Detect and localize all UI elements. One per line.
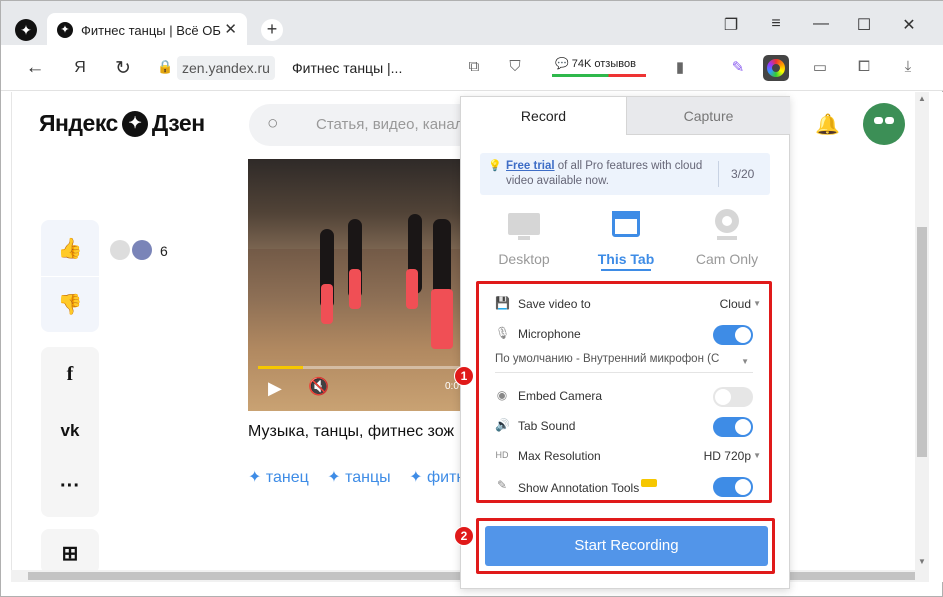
tab-close-icon[interactable]: ✕ <box>224 20 237 38</box>
browser-window: ✦ ✦ Фитнес танцы | Всё ОБС ✕ + ❐ ≡ — ☐ ✕… <box>0 0 943 597</box>
pen-icon[interactable]: ✎ <box>727 58 749 76</box>
minimize-button[interactable]: — <box>811 15 831 33</box>
maximize-button[interactable]: ☐ <box>854 15 874 35</box>
yandex-home-button[interactable]: Я <box>68 59 92 77</box>
tab-record[interactable]: Record <box>461 97 626 135</box>
browser-tab[interactable]: ✦ Фитнес танцы | Всё ОБС ✕ <box>47 13 247 45</box>
notifications-bell-icon[interactable]: 🔔 <box>815 112 840 137</box>
chat-icon: 💬 <box>555 58 569 70</box>
browser-menu-icon[interactable]: ≡ <box>766 15 786 33</box>
annotation-number-1: 1 <box>454 366 474 386</box>
trial-banner: 💡 Free trial of all Pro features with cl… <box>480 153 770 195</box>
vertical-scrollbar[interactable]: ▲ ▼ <box>915 92 929 582</box>
more-share-button[interactable]: ··· <box>41 475 99 498</box>
like-button[interactable]: 👍 <box>41 236 99 261</box>
zen-favicon-icon: ✦ <box>57 22 73 38</box>
reaction-card: 👍 👎 <box>41 220 99 332</box>
mute-icon[interactable]: 🔇 <box>308 377 329 397</box>
search-placeholder: Статья, видео, канал <box>316 116 464 133</box>
tag-list: ✦ танец ✦ танцы ✦ фитнес <box>248 467 463 487</box>
zen-star-icon: ✦ <box>121 111 148 137</box>
battery-icon[interactable]: ▭ <box>809 58 831 76</box>
reviews-label: 74K отзывов <box>571 58 636 70</box>
add-card: ⊞ <box>41 529 99 574</box>
trial-count: 3/20 <box>731 167 755 181</box>
tag-link[interactable]: ✦ фитнес <box>409 469 463 486</box>
tag-link[interactable]: ✦ танец <box>248 469 309 486</box>
settings-highlight-box <box>476 281 772 503</box>
new-tab-button[interactable]: + <box>261 19 283 41</box>
mode-this-tab[interactable]: This Tab <box>576 207 676 271</box>
zen-search-input[interactable]: ○ Статья, видео, канал <box>249 104 469 146</box>
url-page-title: Фитнес танцы |... <box>292 60 403 76</box>
tag-link[interactable]: ✦ танцы <box>327 469 390 486</box>
tab-capture[interactable]: Capture <box>626 97 790 135</box>
add-to-collection-button[interactable]: ⊞ <box>41 541 99 566</box>
liker-avatars <box>110 240 152 260</box>
copy-icon[interactable]: ⧉ <box>463 58 485 75</box>
reviews-badge[interactable]: 💬 74K отзывов <box>552 53 646 81</box>
desktop-icon <box>474 207 574 243</box>
tab-strip: ✦ ✦ Фитнес танцы | Всё ОБС ✕ + ❐ ≡ — ☐ ✕ <box>1 1 943 45</box>
start-button-highlight-box <box>476 518 775 574</box>
like-count: 6 <box>160 243 168 259</box>
webcam-icon <box>677 207 777 243</box>
bookmarks-panel-icon[interactable]: ❐ <box>721 15 741 35</box>
facebook-share-button[interactable]: f <box>41 363 99 386</box>
avatar[interactable] <box>863 103 905 145</box>
close-window-button[interactable]: ✕ <box>899 15 919 35</box>
bookmark-icon[interactable]: ▮ <box>669 58 691 76</box>
mode-desktop[interactable]: Desktop <box>474 207 574 267</box>
url-field[interactable]: 🔒 zen.yandex.ru Фитнес танцы |... <box>149 54 433 82</box>
mode-cam-only[interactable]: Cam Only <box>677 207 777 267</box>
search-icon: ○ <box>267 113 279 134</box>
free-trial-link[interactable]: Free trial <box>506 160 555 172</box>
dislike-button[interactable]: 👎 <box>41 292 99 317</box>
back-button[interactable]: ← <box>23 57 47 79</box>
extensions-icon[interactable]: ⧠ <box>853 58 875 75</box>
download-icon[interactable]: ⤓ <box>897 58 919 75</box>
lock-icon[interactable]: 🔒 <box>157 59 173 75</box>
record-extension-icon[interactable] <box>763 55 789 81</box>
yandex-menu-button[interactable]: ✦ <box>15 19 37 41</box>
share-card: f vk ··· <box>41 347 99 517</box>
url-domain: zen.yandex.ru <box>177 56 275 80</box>
browser-tab-icon <box>576 207 676 243</box>
vk-share-button[interactable]: vk <box>41 421 99 441</box>
annotation-number-2: 2 <box>454 526 474 546</box>
lightbulb-icon: 💡 <box>488 160 502 172</box>
shield-icon[interactable]: ⛉ <box>504 58 526 75</box>
address-bar: ← Я ↻ 🔒 zen.yandex.ru Фитнес танцы |... … <box>1 45 943 91</box>
reviews-rating-bar <box>552 74 646 77</box>
reload-button[interactable]: ↻ <box>111 57 135 80</box>
video-player[interactable]: ▶ 🔇 0:0 <box>248 159 463 411</box>
play-icon[interactable]: ▶ <box>268 378 282 399</box>
tab-title: Фитнес танцы | Всё ОБС <box>81 23 221 38</box>
zen-logo[interactable]: Яндекс ✦ Дзен <box>39 110 205 137</box>
video-progress-bar[interactable] <box>258 366 463 369</box>
video-caption: Музыка, танцы, фитнес зож <box>248 423 455 440</box>
